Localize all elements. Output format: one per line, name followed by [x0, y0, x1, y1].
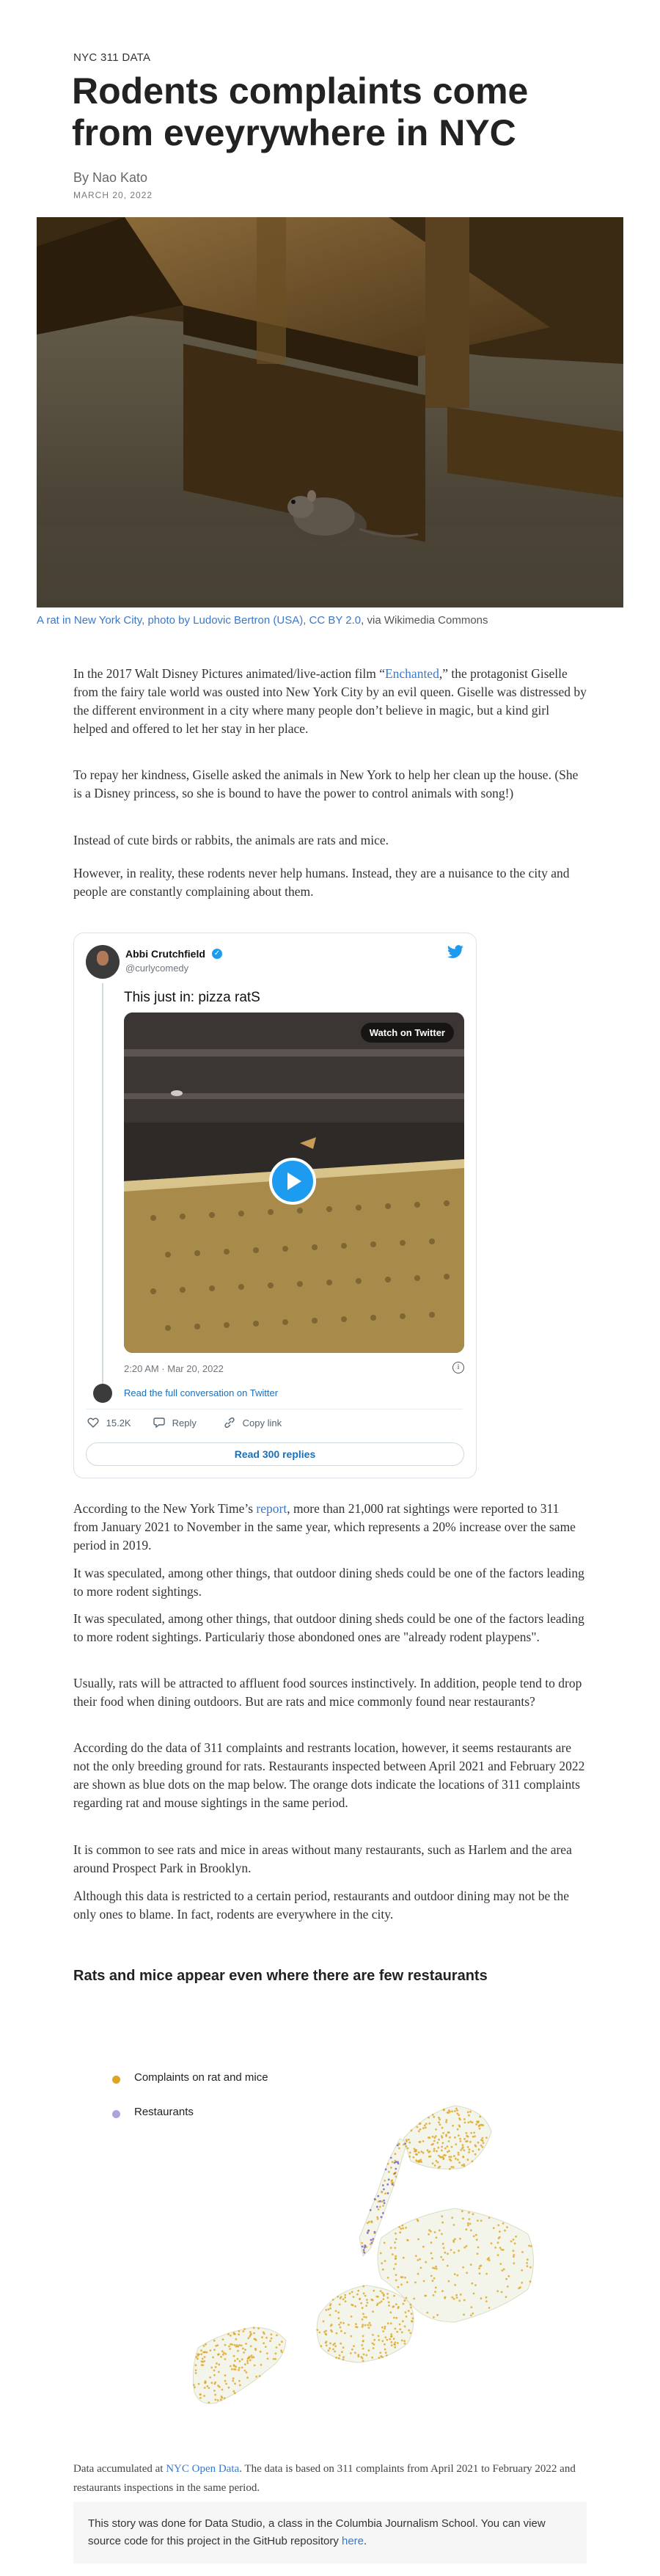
verified-badge-icon: ✓	[212, 949, 222, 959]
play-icon[interactable]	[269, 1158, 316, 1205]
page-title: Rodents complaints come from eveyrywhere…	[72, 70, 529, 153]
heart-icon	[87, 1417, 99, 1428]
text-span: This story was done for Data Studio, a c…	[88, 2517, 546, 2547]
tweet-timestamp[interactable]: 2:20 AM · Mar 20, 2022	[124, 1363, 224, 1374]
nyc-open-data-link[interactable]: NYC Open Data	[166, 2463, 239, 2475]
read-replies-button[interactable]: Read 300 replies	[86, 1442, 464, 1466]
like-button[interactable]: 15.2K	[87, 1417, 131, 1429]
paragraph-body-7: Although this data is restricted to a ce…	[73, 1889, 570, 1922]
enchanted-link[interactable]: Enchanted	[385, 666, 439, 681]
paragraph-intro-4: However, in reality, these rodents never…	[73, 866, 570, 899]
copy-link-label: Copy link	[242, 1417, 282, 1429]
twitter-bird-icon[interactable]	[447, 945, 464, 963]
copy-link-button[interactable]: Copy link	[224, 1417, 282, 1429]
paragraph-intro-2: To repay her kindness, Giselle asked the…	[73, 767, 579, 800]
map-heading: Rats and mice appear even where there ar…	[73, 1968, 488, 1984]
read-full-conversation-link[interactable]: Read the full conversation on Twitter	[124, 1387, 278, 1398]
paragraph-body-6: It is common to see rats and mice in are…	[73, 1842, 572, 1875]
link-icon	[224, 1417, 235, 1429]
like-count: 15.2K	[106, 1417, 131, 1429]
text-span: Data accumulated at	[73, 2463, 166, 2475]
hero-image-rat	[37, 217, 623, 607]
watch-on-twitter-button[interactable]: Watch on Twitter	[360, 1023, 454, 1043]
embedded-tweet: Abbi Crutchfield ✓ @curlycomedy This jus…	[73, 933, 477, 1478]
paragraph-body-3: It was speculated, among other things, t…	[73, 1611, 584, 1644]
tweet-text: This just in: pizza ratS	[124, 990, 260, 1005]
report-link[interactable]: report	[256, 1501, 287, 1516]
hero-caption-suffix: , via Wikimedia Commons	[361, 614, 488, 627]
tweet-video[interactable]: Watch on Twitter	[124, 1012, 464, 1353]
publish-date: MARCH 20, 2022	[73, 190, 153, 200]
data-note: Data accumulated at NYC Open Data. The d…	[73, 2459, 587, 2497]
paragraph-intro-3: Instead of cute birds or rabbits, the an…	[73, 833, 389, 847]
tweet-author-name[interactable]: Abbi Crutchfield	[125, 948, 205, 960]
text-span: .	[364, 2535, 367, 2547]
reply-icon	[153, 1417, 165, 1429]
thread-line	[102, 983, 103, 1400]
hero-caption-link[interactable]: A rat in New York City, photo by Ludovic…	[37, 614, 361, 627]
info-icon[interactable]: i	[452, 1362, 464, 1373]
reply-label: Reply	[172, 1417, 197, 1429]
avatar[interactable]	[86, 945, 120, 979]
nyc-map	[117, 2069, 601, 2421]
paragraph-body-1: According to the New York Time’s report,…	[73, 1500, 587, 1555]
credits-text: This story was done for Data Studio, a c…	[88, 2515, 572, 2550]
text-span: In the 2017 Walt Disney Pictures animate…	[73, 666, 385, 681]
hero-caption: A rat in New York City, photo by Ludovic…	[37, 614, 488, 627]
text-span: According to the New York Time’s	[73, 1501, 257, 1516]
reply-button[interactable]: Reply	[153, 1417, 197, 1429]
tweet-author-handle[interactable]: @curlycomedy	[125, 963, 188, 974]
avatar-small	[93, 1384, 112, 1403]
kicker: NYC 311 DATA	[73, 51, 151, 64]
credits-box: This story was done for Data Studio, a c…	[73, 2502, 587, 2564]
byline: By Nao Kato	[73, 170, 148, 185]
paragraph-intro-1: In the 2017 Walt Disney Pictures animate…	[73, 665, 587, 738]
github-link[interactable]: here	[342, 2535, 364, 2547]
paragraph-body-2: It was speculated, among other things, t…	[73, 1566, 584, 1599]
paragraph-body-5: According do the data of 311 complaints …	[73, 1740, 585, 1810]
paragraph-body-4: Usually, rats will be attracted to afflu…	[73, 1676, 582, 1709]
